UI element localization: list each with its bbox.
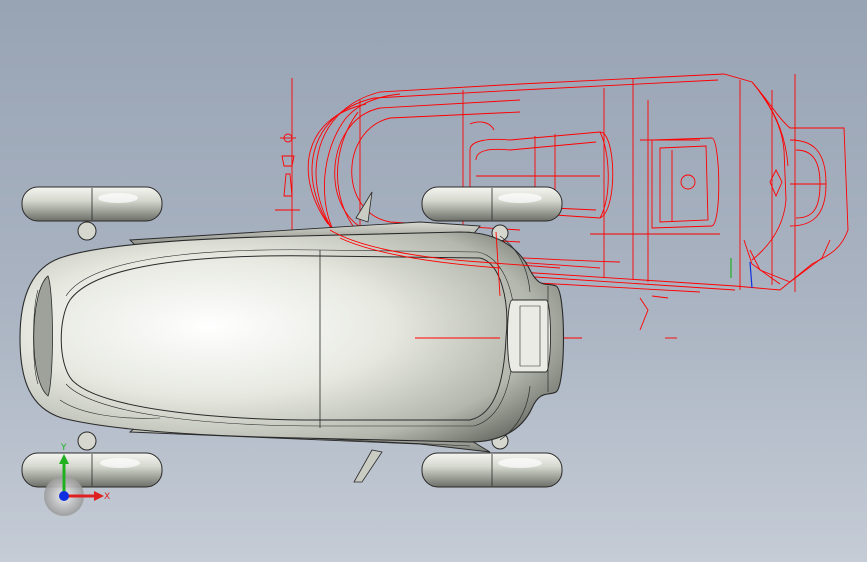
graphics-viewport[interactable]: Y X	[0, 0, 867, 562]
sketch-origin-marker	[730, 258, 753, 289]
x-axis-label: X	[104, 492, 110, 502]
y-axis-label: Y	[60, 443, 67, 453]
x-axis-arrowhead	[94, 491, 104, 501]
wheel-rear-right[interactable]	[421, 452, 563, 488]
wheel-rear-left[interactable]	[21, 452, 163, 488]
z-axis-dot	[59, 491, 69, 501]
wheel-front-left[interactable]	[21, 186, 163, 222]
car-body[interactable]	[19, 231, 564, 443]
model-scene[interactable]: Y X	[0, 0, 867, 562]
wheel-front-right[interactable]	[421, 186, 563, 222]
